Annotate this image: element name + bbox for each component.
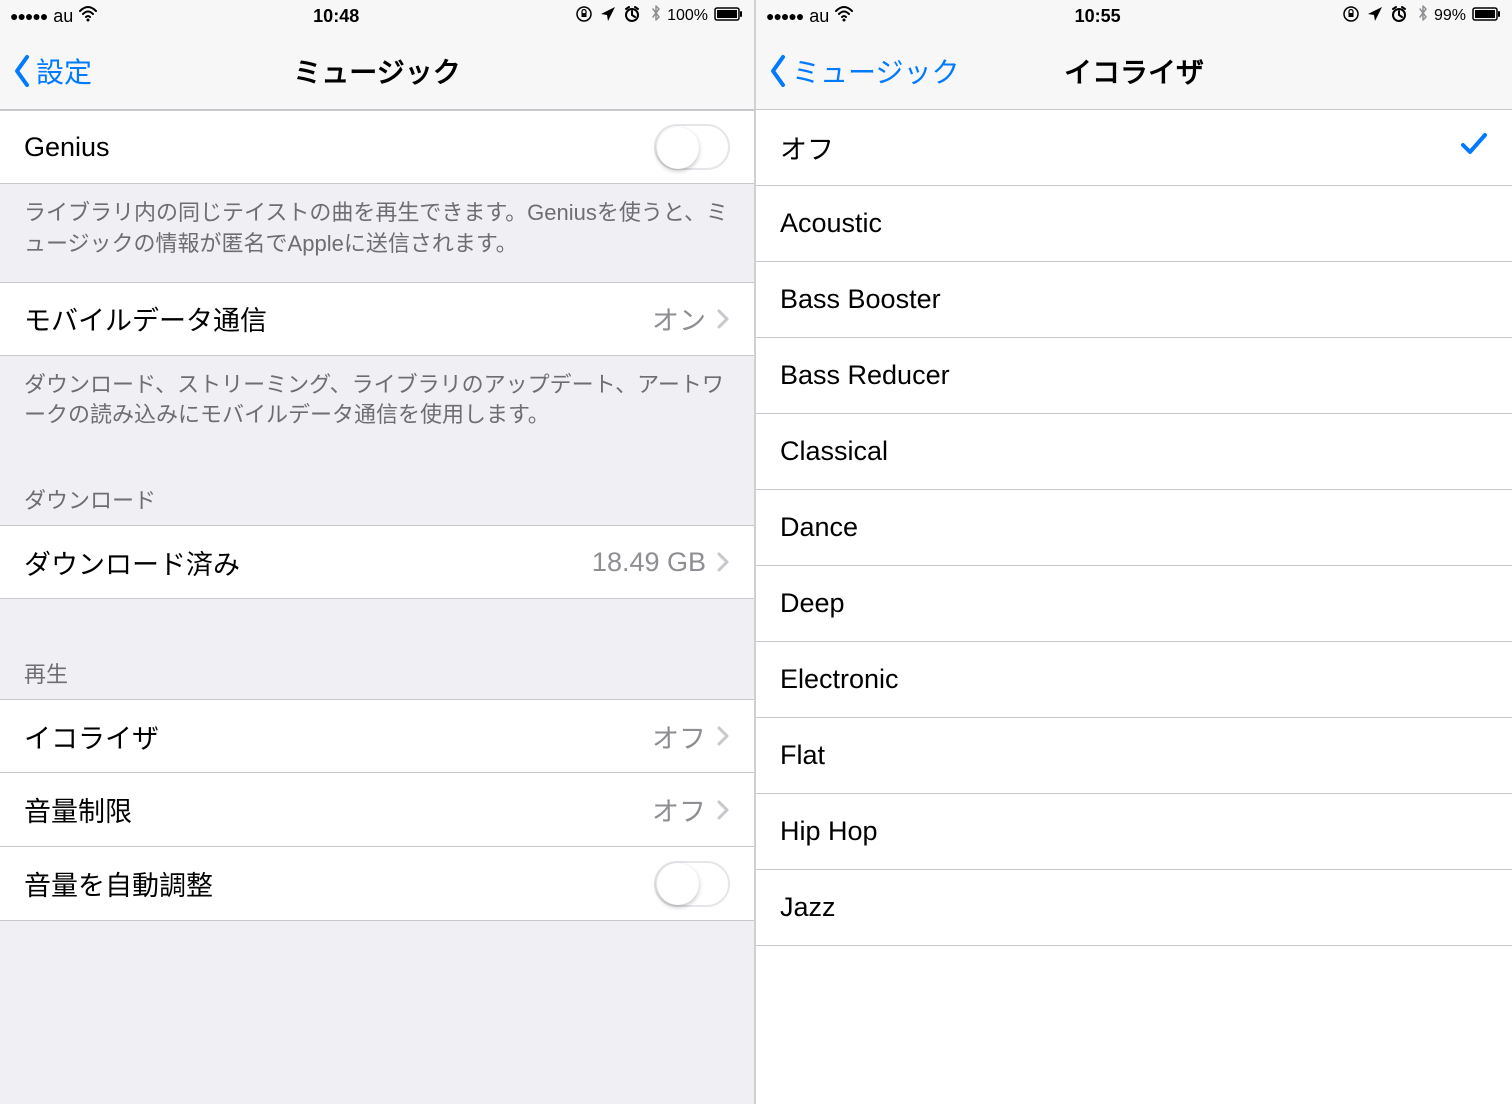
location-icon [1366, 5, 1384, 28]
signal-dots-icon: ●●●●● [766, 8, 803, 24]
row-label: Genius [24, 132, 654, 163]
carrier-label: au [53, 6, 73, 27]
option-label: Jazz [780, 892, 836, 923]
location-icon [599, 5, 617, 28]
clock-label: 10:55 [1075, 6, 1121, 27]
equalizer-option[interactable]: Classical [756, 414, 1512, 490]
battery-percent-label: 100% [667, 7, 708, 25]
equalizer-option[interactable]: Bass Booster [756, 262, 1512, 338]
volume-limit-row[interactable]: 音量制限 オフ [0, 773, 754, 847]
chevron-right-icon [716, 551, 730, 573]
row-value: 18.49 GB [592, 547, 706, 578]
equalizer-option[interactable]: オフ [756, 110, 1512, 186]
back-button[interactable]: 設定 [12, 51, 92, 91]
row-value: オフ [652, 790, 706, 829]
option-label: Dance [780, 512, 858, 543]
back-label: 設定 [36, 51, 92, 91]
status-bar: ●●●●● au 10:48 100% [0, 0, 754, 32]
row-label: 音量制限 [24, 790, 652, 829]
genius-row[interactable]: Genius [0, 110, 754, 184]
music-settings-screen: ●●●●● au 10:48 100% 設定 ミュージック Genius ライブ… [0, 0, 756, 1104]
equalizer-option[interactable]: Jazz [756, 870, 1512, 946]
option-label: Flat [780, 740, 825, 771]
playback-header: 再生 [0, 647, 754, 699]
status-bar: ●●●●● au 10:55 99% [756, 0, 1512, 32]
row-value: オン [652, 299, 706, 338]
genius-toggle[interactable] [654, 124, 730, 170]
sound-check-toggle[interactable] [654, 861, 730, 907]
download-header: ダウンロード [0, 453, 754, 525]
option-label: Deep [780, 588, 845, 619]
alarm-icon [1390, 5, 1408, 28]
chevron-right-icon [716, 725, 730, 747]
equalizer-option[interactable]: Acoustic [756, 186, 1512, 262]
carrier-label: au [809, 6, 829, 27]
chevron-right-icon [716, 308, 730, 330]
bluetooth-icon [647, 5, 661, 28]
page-title: ミュージック [0, 51, 754, 91]
settings-list: Genius ライブラリ内の同じテイストの曲を再生できます。Geniusを使うと… [0, 110, 754, 1104]
equalizer-row[interactable]: イコライザ オフ [0, 699, 754, 773]
battery-icon [1472, 5, 1502, 28]
alarm-icon [623, 5, 641, 28]
option-label: Acoustic [780, 208, 882, 239]
genius-footer: ライブラリ内の同じテイストの曲を再生できます。Geniusを使うと、ミュージック… [0, 184, 754, 282]
bluetooth-icon [1414, 5, 1428, 28]
equalizer-option[interactable]: Bass Reducer [756, 338, 1512, 414]
option-label: Bass Booster [780, 284, 941, 315]
chevron-left-icon [768, 54, 788, 88]
mobile-data-footer: ダウンロード、ストリーミング、ライブラリのアップデート、アートワークの読み込みに… [0, 356, 754, 454]
equalizer-option[interactable]: Dance [756, 490, 1512, 566]
downloaded-row[interactable]: ダウンロード済み 18.49 GB [0, 525, 754, 599]
wifi-icon [835, 5, 853, 27]
rotation-lock-icon [575, 5, 593, 28]
option-label: Classical [780, 436, 888, 467]
clock-label: 10:48 [313, 6, 359, 27]
equalizer-list: オフ Acoustic Bass Booster Bass Reducer Classi… [756, 110, 1512, 1104]
row-label: ダウンロード済み [24, 543, 592, 582]
nav-bar: ミュージック イコライザ [756, 32, 1512, 110]
check-icon [1460, 130, 1488, 165]
sound-check-row[interactable]: 音量を自動調整 [0, 847, 754, 921]
battery-icon [714, 5, 744, 28]
battery-percent-label: 99% [1434, 7, 1466, 25]
equalizer-option[interactable]: Hip Hop [756, 794, 1512, 870]
back-button[interactable]: ミュージック [768, 51, 959, 91]
row-value: オフ [652, 717, 706, 756]
wifi-icon [79, 5, 97, 27]
row-label: モバイルデータ通信 [24, 299, 652, 338]
rotation-lock-icon [1342, 5, 1360, 28]
option-label: Hip Hop [780, 816, 878, 847]
row-label: 音量を自動調整 [24, 864, 654, 903]
signal-dots-icon: ●●●●● [10, 8, 47, 24]
option-label: Bass Reducer [780, 360, 950, 391]
equalizer-option[interactable]: Flat [756, 718, 1512, 794]
chevron-left-icon [12, 54, 32, 88]
equalizer-option[interactable]: Deep [756, 566, 1512, 642]
equalizer-option[interactable]: Electronic [756, 642, 1512, 718]
option-label: Electronic [780, 664, 899, 695]
option-label: オフ [780, 128, 834, 167]
equalizer-screen: ●●●●● au 10:55 99% ミュージック イコライザ オフ Acoust… [756, 0, 1512, 1104]
chevron-right-icon [716, 799, 730, 821]
back-label: ミュージック [792, 51, 959, 91]
row-label: イコライザ [24, 717, 652, 756]
nav-bar: 設定 ミュージック [0, 32, 754, 110]
mobile-data-row[interactable]: モバイルデータ通信 オン [0, 282, 754, 356]
